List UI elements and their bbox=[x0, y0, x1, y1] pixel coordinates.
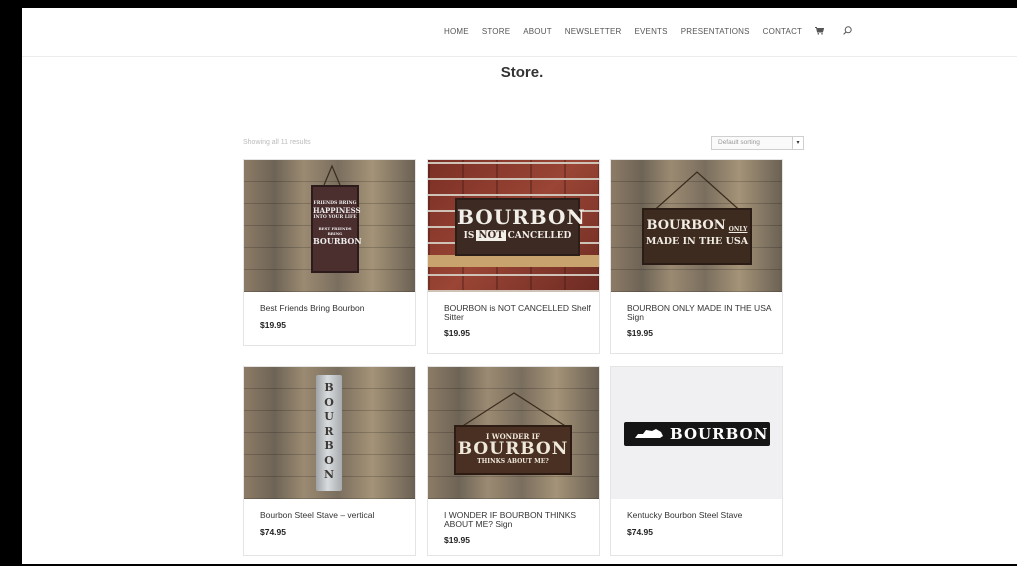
product-name[interactable]: Best Friends Bring Bourbon bbox=[260, 304, 410, 313]
product-price: $19.95 bbox=[260, 320, 286, 330]
sign-line: IS bbox=[463, 230, 475, 241]
sign-line: BEST FRIENDS BRING bbox=[318, 226, 352, 236]
search-icon[interactable] bbox=[843, 26, 852, 37]
stave-letter: B bbox=[324, 381, 334, 394]
product-card-steel-stave-vertical[interactable]: B O U R B O N Bourbon Steel Stave – vert… bbox=[243, 366, 416, 556]
product-name[interactable]: BOURBON ONLY MADE IN THE USA Sign bbox=[627, 304, 777, 322]
product-price: $74.95 bbox=[627, 527, 653, 537]
sorting-select[interactable]: Default sorting ▾ bbox=[711, 136, 804, 150]
kentucky-shape-icon bbox=[635, 429, 663, 438]
sign-line: BOURBON bbox=[457, 205, 586, 229]
product-image[interactable]: BOURBON bbox=[611, 367, 782, 499]
product-price: $19.95 bbox=[444, 328, 470, 338]
sign-line: HAPPINESS bbox=[313, 206, 361, 215]
stave-letter: B bbox=[324, 439, 334, 452]
product-image[interactable]: BOURBON IS NOT CANCELLED bbox=[428, 160, 599, 292]
product-price: $19.95 bbox=[627, 328, 653, 338]
sign-line: BOURBON bbox=[646, 218, 726, 233]
product-name[interactable]: I WONDER IF BOURBON THINKS ABOUT ME? Sig… bbox=[444, 511, 594, 529]
nav-item-contact[interactable]: CONTACT bbox=[763, 27, 802, 36]
steel-stave: BOURBON bbox=[624, 422, 770, 446]
stave-letter: R bbox=[324, 424, 334, 438]
stave-letter: U bbox=[324, 410, 334, 423]
steel-stave: B O U R B O N bbox=[316, 375, 342, 491]
page-title: Store. bbox=[500, 64, 544, 81]
result-count: Showing all 11 results bbox=[243, 139, 311, 146]
product-image[interactable]: I WONDER IF BOURBON THINKS ABOUT ME? bbox=[428, 367, 599, 499]
nav-item-newsletter[interactable]: NEWSLETTER bbox=[565, 27, 622, 36]
sign-line: NOT bbox=[476, 230, 506, 241]
sign-line: BOURBON bbox=[457, 439, 569, 459]
product-card-best-friends[interactable]: FRIENDS BRING HAPPINESS INTO YOUR LIFE B… bbox=[243, 159, 416, 346]
product-card-i-wonder[interactable]: I WONDER IF BOURBON THINKS ABOUT ME? I W… bbox=[427, 366, 600, 556]
product-card-not-cancelled[interactable]: BOURBON IS NOT CANCELLED BOURBON is NOT … bbox=[427, 159, 600, 354]
product-image[interactable]: B O U R B O N bbox=[244, 367, 415, 499]
nav-menu: HOME STORE ABOUT NEWSLETTER EVENTS PRESE… bbox=[444, 26, 852, 37]
product-card-kentucky-stave[interactable]: BOURBON Kentucky Bourbon Steel Stave $74… bbox=[610, 366, 783, 556]
sign-board: BOURBON IS NOT CANCELLED bbox=[455, 198, 586, 256]
product-name[interactable]: BOURBON is NOT CANCELLED Shelf Sitter bbox=[444, 304, 594, 322]
nav-item-store[interactable]: STORE bbox=[482, 27, 510, 36]
sign-board: I WONDER IF BOURBON THINKS ABOUT ME? bbox=[454, 425, 572, 475]
sign-line: INTO YOUR LIFE bbox=[313, 215, 357, 220]
product-name[interactable]: Bourbon Steel Stave – vertical bbox=[260, 511, 410, 520]
nav-item-presentations[interactable]: PRESENTATIONS bbox=[681, 27, 750, 36]
product-price: $74.95 bbox=[260, 527, 286, 537]
nav-item-home[interactable]: HOME bbox=[444, 27, 469, 36]
sign-line: CANCELLED bbox=[507, 230, 572, 241]
sorting-selected-value: Default sorting bbox=[718, 139, 760, 146]
nav-item-events[interactable]: EVENTS bbox=[634, 27, 667, 36]
stave-letter: O bbox=[324, 453, 334, 467]
product-price: $19.95 bbox=[444, 535, 470, 545]
product-image[interactable]: BOURBON ONLY MADE IN THE USA bbox=[611, 160, 782, 292]
sign-board: FRIENDS BRING HAPPINESS INTO YOUR LIFE B… bbox=[311, 185, 362, 273]
sign-board: BOURBON ONLY MADE IN THE USA bbox=[642, 208, 752, 265]
cart-icon[interactable] bbox=[815, 26, 825, 37]
sign-line: MADE IN THE USA bbox=[645, 236, 749, 247]
stave-letter: N bbox=[323, 468, 335, 481]
browser-viewport: HOME STORE ABOUT NEWSLETTER EVENTS PRESE… bbox=[22, 8, 1017, 564]
sign-line: THINKS ABOUT ME? bbox=[477, 458, 549, 465]
stave-letter: O bbox=[324, 395, 334, 409]
top-navigation: HOME STORE ABOUT NEWSLETTER EVENTS PRESE… bbox=[22, 8, 1017, 57]
nav-item-about[interactable]: ABOUT bbox=[523, 27, 552, 36]
product-image[interactable]: FRIENDS BRING HAPPINESS INTO YOUR LIFE B… bbox=[244, 160, 415, 292]
product-name[interactable]: Kentucky Bourbon Steel Stave bbox=[627, 511, 777, 520]
product-card-made-in-usa[interactable]: BOURBON ONLY MADE IN THE USA BOURBON ONL… bbox=[610, 159, 783, 354]
sign-line: ONLY bbox=[728, 226, 748, 233]
sign-line: BOURBON bbox=[313, 236, 362, 246]
chevron-down-icon[interactable]: ▾ bbox=[792, 137, 803, 149]
sign-line: BOURBON bbox=[670, 425, 769, 443]
